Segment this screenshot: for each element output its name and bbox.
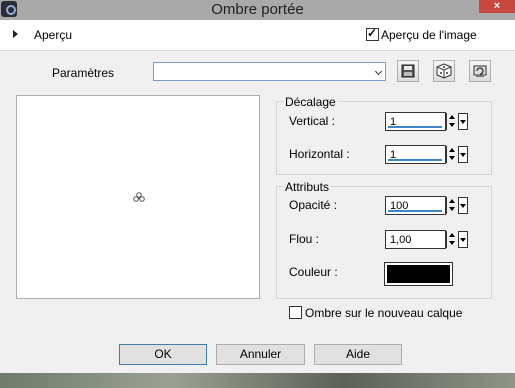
randomize-button[interactable] (433, 60, 455, 82)
blur-input[interactable]: 1,00 (385, 230, 446, 249)
close-icon: × (493, 0, 501, 12)
arrow-up-icon[interactable] (449, 115, 455, 119)
cancel-button[interactable]: Annuler (216, 344, 305, 365)
image-preview-label[interactable]: Aperçu de l'image (381, 28, 477, 42)
arrow-up-icon[interactable] (449, 233, 455, 237)
opacity-label: Opacité : (289, 198, 338, 212)
save-preset-button[interactable] (397, 60, 419, 82)
arrow-down-icon[interactable] (449, 123, 455, 127)
horizontal-input[interactable]: 1 (385, 145, 446, 164)
image-preview-checkbox[interactable] (366, 26, 379, 41)
blur-value: 1,00 (390, 234, 412, 246)
color-label: Couleur : (289, 265, 338, 279)
vertical-label: Vertical : (289, 114, 336, 128)
arrow-up-icon[interactable] (449, 148, 455, 152)
blur-spinner[interactable] (446, 231, 457, 248)
opacity-level-bar (388, 210, 442, 212)
reset-icon (473, 65, 487, 77)
horizontal-spinner[interactable] (446, 146, 457, 163)
save-icon (401, 64, 415, 78)
help-button[interactable]: Aide (314, 344, 402, 365)
preview-pane[interactable] (16, 95, 260, 299)
horizontal-label: Horizontal : (289, 147, 350, 161)
opacity-input[interactable]: 100 (385, 196, 446, 215)
close-button[interactable]: × (479, 0, 515, 13)
opacity-spinner[interactable] (446, 197, 457, 214)
arrow-down-icon[interactable] (449, 207, 455, 211)
preview-section-label[interactable]: Aperçu (34, 28, 72, 42)
arrow-down-icon[interactable] (449, 156, 455, 160)
vertical-spinner[interactable] (446, 113, 457, 130)
crosshair-icon (133, 192, 145, 202)
horizontal-dropdown-button[interactable] (458, 146, 468, 163)
chevron-down-icon[interactable] (373, 63, 385, 80)
color-swatch-fill (387, 265, 450, 283)
vertical-input[interactable]: 1 (385, 112, 446, 131)
blur-dropdown-button[interactable] (458, 231, 468, 248)
ok-button[interactable]: OK (119, 344, 207, 365)
background-strip (0, 373, 515, 388)
horizontal-level-bar (388, 159, 442, 161)
arrow-up-icon[interactable] (449, 199, 455, 203)
arrow-down-icon[interactable] (449, 241, 455, 245)
vertical-level-bar (388, 126, 442, 128)
new-layer-label[interactable]: Ombre sur le nouveau calque (305, 306, 462, 320)
new-layer-checkbox[interactable] (289, 306, 302, 319)
dice-icon (436, 63, 452, 79)
vertical-dropdown-button[interactable] (458, 113, 468, 130)
presets-dropdown[interactable] (153, 62, 386, 81)
color-swatch[interactable] (384, 262, 453, 286)
reset-button[interactable] (469, 60, 491, 82)
window-title: Ombre portée (211, 1, 304, 18)
blur-label: Flou : (289, 232, 320, 246)
attributes-group-title: Attributs (283, 180, 332, 194)
presets-label: Paramètres (52, 66, 115, 80)
expand-arrow-icon[interactable] (13, 30, 18, 38)
offset-group-title: Décalage (283, 95, 338, 109)
opacity-dropdown-button[interactable] (458, 197, 468, 214)
